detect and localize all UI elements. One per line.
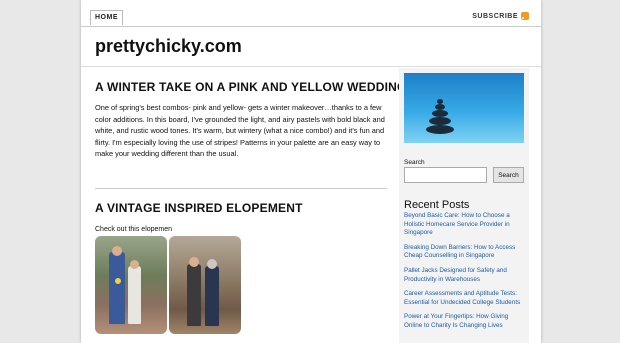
- page-container: HOME SUBSCRIBE prettychicky.com A WINTER…: [81, 0, 541, 343]
- post-title[interactable]: A VINTAGE INSPIRED ELOPEMENT: [95, 201, 303, 215]
- person-head: [207, 259, 217, 269]
- stone: [437, 99, 443, 104]
- post-divider: [95, 188, 387, 189]
- header-divider: [81, 66, 541, 67]
- stacked-stones-image: [404, 73, 524, 143]
- rss-icon: [521, 12, 529, 20]
- post-body: Check out this elopemen: [95, 226, 173, 233]
- wedding-photo[interactable]: [169, 236, 241, 334]
- recent-post-link[interactable]: Breaking Down Barriers: How to Access Ch…: [404, 244, 528, 261]
- person-figure: [187, 264, 201, 326]
- stone: [432, 110, 448, 117]
- site-title[interactable]: prettychicky.com: [95, 36, 242, 57]
- top-navigation: HOME SUBSCRIBE: [81, 0, 541, 27]
- groom-head: [130, 260, 139, 269]
- person-head: [189, 257, 199, 267]
- wedding-photo[interactable]: [95, 236, 167, 334]
- bride-head: [112, 246, 122, 256]
- recent-post-link[interactable]: Career Assessments and Aptitude Tests: E…: [404, 290, 528, 307]
- recent-posts-heading: Recent Posts: [404, 199, 470, 211]
- stone: [426, 125, 454, 134]
- recent-post-link[interactable]: Pallet Jacks Designed for Safety and Pro…: [404, 267, 528, 284]
- recent-post-link[interactable]: Power at Your Fingertips: How Giving Onl…: [404, 313, 528, 330]
- bouquet: [115, 278, 121, 284]
- search-label: Search: [404, 159, 425, 166]
- subscribe-label: SUBSCRIBE: [472, 12, 518, 20]
- post-body: One of spring's best combos- pink and ye…: [95, 103, 385, 158]
- recent-post-link[interactable]: Beyond Basic Care: How to Choose a Holis…: [404, 212, 528, 238]
- recent-posts-list: Beyond Basic Care: How to Choose a Holis…: [404, 212, 528, 337]
- groom-figure: [128, 266, 141, 324]
- person-figure: [205, 266, 219, 326]
- post-title[interactable]: A WINTER TAKE ON A PINK AND YELLOW WEDDI…: [95, 80, 407, 94]
- bride-figure: [109, 252, 125, 324]
- search-input[interactable]: [404, 167, 487, 183]
- subscribe-link[interactable]: SUBSCRIBE: [472, 12, 529, 20]
- search-button[interactable]: Search: [493, 167, 524, 183]
- home-tab[interactable]: HOME: [90, 10, 123, 25]
- stone: [435, 104, 445, 110]
- stone: [429, 117, 451, 125]
